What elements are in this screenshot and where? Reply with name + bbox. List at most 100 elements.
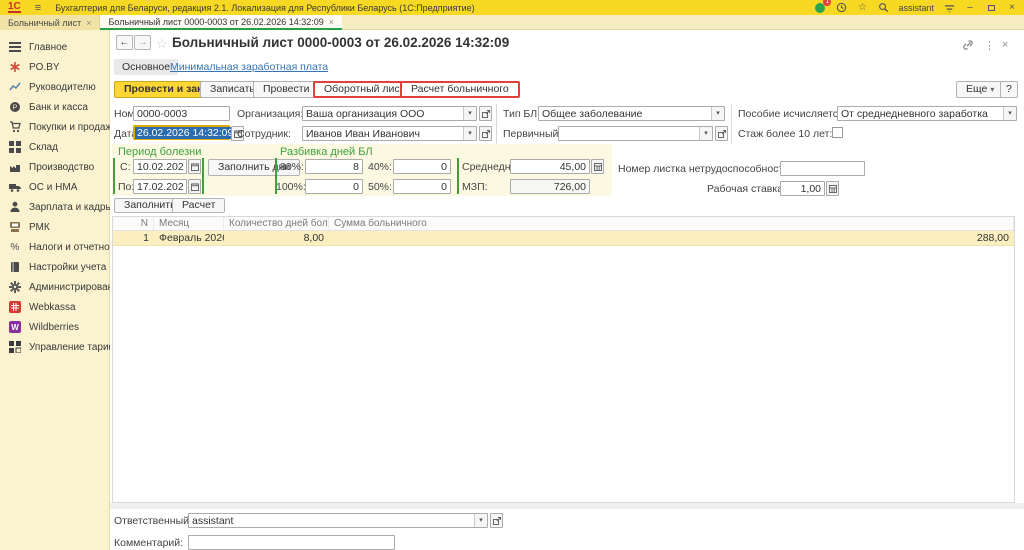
sidebar-item-rmk[interactable]: РМК — [0, 217, 110, 237]
calendar-icon[interactable] — [188, 179, 201, 194]
dropdown-icon[interactable]: ▾ — [1003, 107, 1016, 120]
book-icon — [9, 261, 21, 273]
current-user: assistant — [898, 3, 934, 13]
calculator-icon[interactable] — [826, 181, 839, 196]
close-document-icon[interactable]: × — [1002, 39, 1008, 51]
work-rate-field[interactable] — [780, 181, 825, 196]
primary-label: Первичный: — [503, 128, 561, 140]
webkassa-logo — [9, 301, 21, 313]
sick-calc-button[interactable]: Расчет больничного — [400, 81, 520, 98]
sidebar-item-production[interactable]: Производство — [0, 157, 110, 177]
gear-icon — [9, 281, 21, 293]
employee-open-button[interactable] — [479, 126, 492, 141]
sick-type-field[interactable]: ▾ — [538, 106, 725, 121]
p50-field[interactable] — [393, 179, 451, 194]
responsible-open-button[interactable] — [490, 513, 503, 528]
dropdown-icon[interactable]: ▾ — [463, 127, 476, 140]
sidebar-item-warehouse[interactable]: Склад — [0, 137, 110, 157]
dropdown-icon[interactable]: ▾ — [699, 127, 712, 140]
search-icon[interactable] — [877, 2, 889, 14]
favorite-star-icon[interactable]: ☆ — [156, 36, 168, 52]
tab-sick-leave-list[interactable]: Больничный лист × — [0, 15, 100, 30]
table-row[interactable]: 1 Февраль 2026 8,00 288,00 — [113, 231, 1014, 246]
more-button[interactable]: Еще▾ — [956, 81, 1004, 98]
tab-close-icon[interactable]: × — [86, 18, 91, 28]
service-menu-icon[interactable] — [943, 2, 955, 14]
sidebar-item-salary-hr[interactable]: Зарплата и кадры — [0, 197, 110, 217]
notifications-icon[interactable]: 1 — [814, 2, 826, 14]
sidebar-item-bank-cash[interactable]: P Банк и касса — [0, 97, 110, 117]
col-n[interactable]: N — [113, 217, 154, 230]
sidebar-item-wildberries[interactable]: W Wildberries — [0, 317, 110, 337]
calc-table-button[interactable]: Расчет — [172, 198, 225, 213]
col-sum[interactable]: Сумма больничного — [329, 217, 1014, 230]
titlebar-controls: 1 ☆ assistant – × — [814, 2, 1018, 14]
tab-label: Больничный лист 0000-0003 от 26.02.2026 … — [108, 17, 323, 27]
p80-label: 80%: — [280, 161, 304, 173]
app-title: Бухгалтерия для Беларуси, редакция 2.1. … — [55, 3, 474, 13]
forward-button[interactable]: → — [134, 35, 151, 50]
sidebar-item-accounting-settings[interactable]: Настройки учета — [0, 257, 110, 277]
dropdown-icon[interactable]: ▾ — [463, 107, 476, 120]
period-from-field[interactable] — [133, 159, 187, 174]
period-to-field[interactable] — [133, 179, 187, 194]
cell-sum: 288,00 — [329, 231, 1014, 245]
p80-field[interactable] — [305, 159, 363, 174]
selected-date-text: 26.02.2026 14:32:09 — [135, 127, 235, 139]
certificate-number-label: Номер листка нетрудоспособности: — [618, 163, 792, 175]
col-month[interactable]: Месяц — [154, 217, 224, 230]
comment-field[interactable] — [188, 535, 395, 550]
cell-n: 1 — [113, 231, 154, 245]
employee-field[interactable]: ▾ — [302, 126, 477, 141]
cash-register-icon — [9, 221, 21, 233]
favorites-star-icon[interactable]: ☆ — [856, 2, 868, 14]
dropdown-icon[interactable]: ▾ — [711, 107, 724, 120]
benefit-field[interactable]: ▾ — [837, 106, 1017, 121]
benefit-label: Пособие исчисляется: — [738, 108, 847, 120]
tab-sick-leave-document[interactable]: Больничный лист 0000-0003 от 26.02.2026 … — [100, 15, 342, 30]
sidebar-item-fixed-assets[interactable]: ОС и НМА — [0, 177, 110, 197]
history-icon[interactable] — [835, 2, 847, 14]
open-windows-tabs: Больничный лист × Больничный лист 0000-0… — [0, 15, 1024, 30]
p100-field[interactable] — [305, 179, 363, 194]
dropdown-icon[interactable]: ▾ — [474, 514, 487, 527]
restore-icon[interactable] — [985, 2, 997, 14]
help-button[interactable]: ? — [1000, 81, 1018, 98]
sidebar-item-purchases-sales[interactable]: Покупки и продажи — [0, 117, 110, 137]
sidebar-item-taxes-reports[interactable]: % Налоги и отчетность — [0, 237, 110, 257]
date-field[interactable]: 26.02.2026 14:32:09 — [133, 125, 230, 140]
post-button[interactable]: Провести — [253, 81, 319, 98]
number-field[interactable] — [133, 106, 230, 121]
responsible-field[interactable]: ▾ — [188, 513, 488, 528]
p40-field[interactable] — [393, 159, 451, 174]
sidebar-item-tariff-management[interactable]: Управление тарифом — [0, 337, 110, 357]
tab-close-icon[interactable]: × — [329, 17, 334, 27]
cart-icon — [9, 121, 21, 133]
tab-label: Больничный лист — [8, 18, 81, 28]
organization-open-button[interactable] — [479, 106, 492, 121]
sidebar-item-manager[interactable]: Руководителю — [0, 77, 110, 97]
col-days[interactable]: Количество дней больничного — [224, 217, 329, 230]
work-rate-label: Рабочая ставка: — [707, 183, 786, 195]
calculator-icon[interactable] — [591, 159, 604, 174]
primary-field[interactable]: ▾ — [558, 126, 713, 141]
sidebar-item-webkassa[interactable]: Webkassa — [0, 297, 110, 317]
sidebar-item-administration[interactable]: Администрирование — [0, 277, 110, 297]
main-menu-icon[interactable]: ≡ — [35, 2, 41, 14]
minimize-icon[interactable]: – — [964, 2, 976, 14]
average-daily-field[interactable] — [510, 159, 590, 174]
splitter[interactable] — [110, 503, 1024, 509]
close-window-icon[interactable]: × — [1006, 2, 1018, 14]
calendar-icon[interactable] — [188, 159, 201, 174]
nav-tab-main[interactable]: Основное — [114, 59, 178, 75]
back-button[interactable]: ← — [116, 35, 133, 50]
experience-checkbox[interactable] — [832, 127, 843, 138]
sidebar-item-poby[interactable]: PO.BY — [0, 57, 110, 77]
primary-open-button[interactable] — [715, 126, 728, 141]
more-actions-icon[interactable]: ⋮ — [984, 39, 995, 52]
get-link-icon[interactable] — [962, 39, 974, 54]
certificate-number-field[interactable] — [780, 161, 865, 176]
nav-link-min-wage[interactable]: Минимальная заработная плата — [170, 61, 328, 73]
sidebar-item-main[interactable]: Главное — [0, 37, 110, 57]
organization-field[interactable]: ▾ — [302, 106, 477, 121]
